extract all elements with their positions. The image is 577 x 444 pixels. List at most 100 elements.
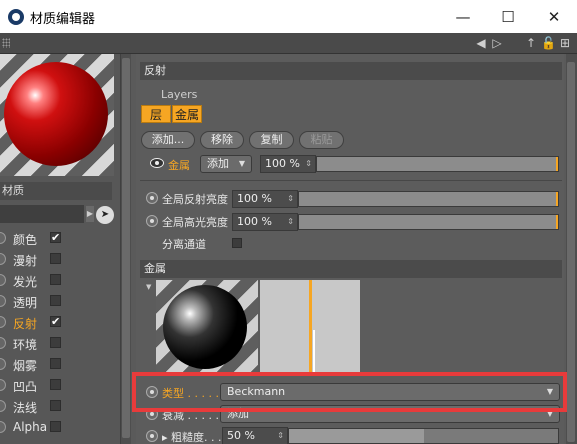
roughness-radio[interactable] xyxy=(146,430,158,442)
expand-arrow-icon[interactable]: ▶ xyxy=(86,206,94,222)
left-scrollbar[interactable] xyxy=(120,54,131,444)
channel-checkbox[interactable] xyxy=(50,295,61,306)
channel-label[interactable]: 漫射 xyxy=(13,252,37,269)
preview-sphere xyxy=(4,62,108,166)
tab-metal[interactable]: 金属 xyxy=(172,105,202,123)
roughness-label: ▸ 粗糙度. . . xyxy=(162,431,222,444)
channel-item[interactable]: 法线 xyxy=(0,396,114,416)
slider-fill xyxy=(299,215,558,229)
global-reflect-slider[interactable] xyxy=(298,191,559,207)
channel-label[interactable]: 环境 xyxy=(13,336,37,353)
global-spec-radio[interactable] xyxy=(146,215,158,227)
spinner-icon[interactable]: ⇕ xyxy=(287,214,294,230)
channel-radio[interactable] xyxy=(0,295,6,307)
channel-radio[interactable] xyxy=(0,274,6,286)
material-preview[interactable] xyxy=(0,54,114,176)
channel-item[interactable]: 环境 xyxy=(0,333,114,353)
channel-checkbox[interactable] xyxy=(50,421,61,432)
right-scrollbar-thumb[interactable] xyxy=(567,62,575,442)
copy-layer-button[interactable]: 复制 xyxy=(249,131,294,149)
tab-layer[interactable]: 层 xyxy=(141,105,171,123)
material-field[interactable] xyxy=(0,205,84,223)
channel-radio[interactable] xyxy=(0,337,6,349)
nav-back-icon[interactable]: ◀ xyxy=(474,35,488,51)
channel-checkbox[interactable]: ✔ xyxy=(50,232,61,243)
layer-name[interactable]: 金属 xyxy=(168,157,190,173)
spinner-icon[interactable]: ⇕ xyxy=(287,191,294,207)
channel-checkbox[interactable] xyxy=(50,337,61,348)
lock-icon[interactable]: 🔓 xyxy=(541,35,556,51)
channel-item[interactable]: 发光 xyxy=(0,270,114,290)
channel-label[interactable]: 透明 xyxy=(13,294,37,311)
layer-opacity-field[interactable]: 100 % ⇕ xyxy=(260,155,316,173)
material-name[interactable]: 材质 xyxy=(0,182,112,200)
channel-item[interactable]: 反射 ✔ xyxy=(0,312,114,332)
channel-label[interactable]: 发光 xyxy=(13,273,37,290)
eye-icon[interactable] xyxy=(150,158,164,168)
global-reflect-radio[interactable] xyxy=(146,192,158,204)
channel-item[interactable]: 颜色 ✔ xyxy=(0,228,114,248)
divider xyxy=(140,180,562,181)
channel-radio[interactable] xyxy=(0,253,6,265)
channel-checkbox[interactable]: ✔ xyxy=(50,316,61,327)
channel-radio[interactable] xyxy=(0,400,6,412)
channel-item[interactable]: 透明 xyxy=(0,291,114,311)
blend-mode-dropdown[interactable]: 添加 ▼ xyxy=(200,155,252,173)
slider-fill xyxy=(299,192,558,206)
channel-item[interactable]: 烟雾 xyxy=(0,354,114,374)
section-header-metal[interactable]: 金属 xyxy=(140,260,562,278)
channel-radio[interactable] xyxy=(0,379,6,391)
global-spec-label: 全局高光亮度 xyxy=(162,216,228,229)
channel-item[interactable]: Alpha xyxy=(0,417,114,437)
channel-checkbox[interactable] xyxy=(50,379,61,390)
channel-radio[interactable] xyxy=(0,421,6,433)
channel-radio[interactable] xyxy=(0,316,6,328)
slider-fill xyxy=(317,157,558,171)
global-spec-field[interactable]: 100 % ⇕ xyxy=(232,213,298,231)
spinner-icon[interactable]: ⇕ xyxy=(277,428,284,444)
channel-checkbox[interactable] xyxy=(50,400,61,411)
nav-forward-icon[interactable]: ▷ xyxy=(490,35,504,51)
title-bar: 材质编辑器 — ☐ ✕ xyxy=(0,0,577,33)
pick-cursor-icon[interactable]: ➤ xyxy=(96,206,114,224)
layer-preview-sphere xyxy=(163,285,247,369)
channel-checkbox[interactable] xyxy=(50,253,61,264)
channel-checkbox[interactable] xyxy=(50,358,61,369)
slider-mark xyxy=(556,215,558,229)
right-scrollbar[interactable] xyxy=(566,54,577,444)
channel-item[interactable]: 漫射 xyxy=(0,249,114,269)
layer-opacity-slider[interactable] xyxy=(316,156,559,172)
spinner-icon[interactable]: ⇕ xyxy=(305,156,312,172)
close-button[interactable]: ✕ xyxy=(531,0,577,33)
section-header-reflection[interactable]: 反射 xyxy=(140,62,562,80)
channel-label[interactable]: 颜色 xyxy=(13,231,37,248)
channel-label[interactable]: 凹凸 xyxy=(13,378,37,395)
channel-label[interactable]: 法线 xyxy=(13,399,37,416)
separate-pass-checkbox[interactable] xyxy=(232,238,242,248)
remove-layer-button[interactable]: 移除 xyxy=(200,131,244,149)
channel-label[interactable]: Alpha xyxy=(13,420,47,434)
roughness-field[interactable]: 50 % ⇕ xyxy=(222,427,288,444)
roughness-label-dots: . . . xyxy=(204,431,222,444)
add-layer-button[interactable]: 添加... xyxy=(141,131,195,149)
new-panel-icon[interactable]: ⊞ xyxy=(558,35,572,51)
channel-radio[interactable] xyxy=(0,232,6,244)
channel-label[interactable]: 烟雾 xyxy=(13,357,37,374)
separate-pass-label: 分离通道 xyxy=(162,238,206,251)
channel-item[interactable]: 凹凸 xyxy=(0,375,114,395)
up-arrow-icon[interactable]: ↑ xyxy=(524,35,538,51)
layer-preview[interactable] xyxy=(156,280,258,372)
global-spec-slider[interactable] xyxy=(298,214,559,230)
grip-icon[interactable] xyxy=(2,38,10,48)
channel-radio[interactable] xyxy=(0,358,6,370)
maximize-button[interactable]: ☐ xyxy=(485,0,531,33)
minimize-button[interactable]: — xyxy=(440,0,486,33)
channel-label[interactable]: 反射 xyxy=(13,315,37,332)
left-scrollbar-thumb[interactable] xyxy=(122,58,130,438)
global-reflect-value: 100 % xyxy=(237,192,272,205)
paste-layer-button[interactable]: 粘贴 xyxy=(299,131,344,149)
collapse-triangle-icon[interactable]: ▼ xyxy=(146,283,151,291)
channel-checkbox[interactable] xyxy=(50,274,61,285)
global-reflect-field[interactable]: 100 % ⇕ xyxy=(232,190,298,208)
roughness-slider[interactable] xyxy=(288,428,559,444)
